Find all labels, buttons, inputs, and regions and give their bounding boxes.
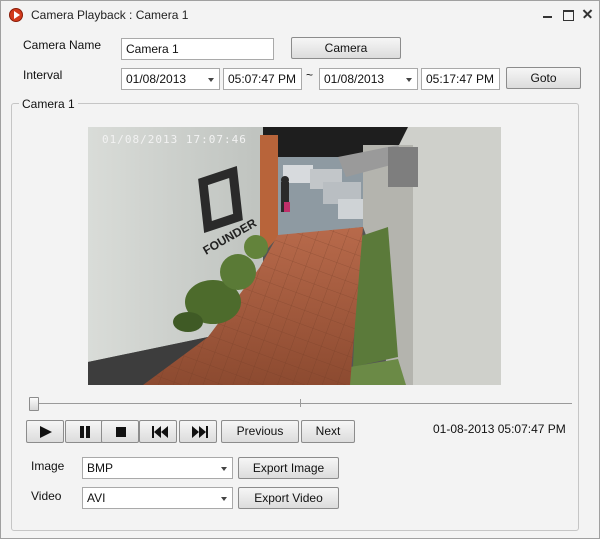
maximize-icon[interactable] <box>559 6 577 22</box>
from-time-field[interactable]: 05:07:47 PM <box>223 68 302 90</box>
camera-name-label: Camera Name <box>23 38 102 52</box>
video-format-select[interactable]: AVI <box>82 487 233 509</box>
chevron-down-icon[interactable] <box>221 497 227 501</box>
skip-forward-button[interactable] <box>179 420 217 443</box>
image-format-select[interactable]: BMP <box>82 457 233 479</box>
image-format-value: BMP <box>87 461 114 475</box>
minimize-icon[interactable] <box>539 6 557 22</box>
group-title: Camera 1 <box>19 97 78 111</box>
pause-icon <box>80 426 90 438</box>
current-time-readout: 01-08-2013 05:07:47 PM <box>433 422 566 436</box>
chevron-down-icon[interactable] <box>221 467 227 471</box>
from-date-picker[interactable]: 01/08/2013 <box>121 68 220 90</box>
skip-back-button[interactable] <box>139 420 177 443</box>
to-time-field[interactable]: 05:17:47 PM <box>421 68 500 90</box>
interval-label: Interval <box>23 68 63 82</box>
video-scene: FOUNDER <box>88 127 501 385</box>
app-play-icon <box>9 8 23 22</box>
close-icon[interactable] <box>579 6 597 22</box>
camera-button[interactable]: Camera <box>291 37 401 59</box>
camera-name-field[interactable]: Camera 1 <box>121 38 274 60</box>
play-button[interactable] <box>26 420 64 443</box>
pause-button[interactable] <box>65 420 103 443</box>
export-video-button[interactable]: Export Video <box>238 487 339 509</box>
from-date-value: 01/08/2013 <box>126 72 187 86</box>
to-date-value: 01/08/2013 <box>324 72 385 86</box>
to-date-picker[interactable]: 01/08/2013 <box>319 68 418 90</box>
skip-back-icon <box>152 426 168 438</box>
skip-forward-icon <box>192 426 208 438</box>
play-icon <box>40 426 52 438</box>
goto-button[interactable]: Goto <box>506 67 581 89</box>
window-title: Camera Playback : Camera 1 <box>31 8 189 22</box>
timeline-midpoint-tick <box>300 399 301 407</box>
range-separator: ~ <box>306 68 314 82</box>
chevron-down-icon[interactable] <box>208 78 214 82</box>
next-button[interactable]: Next <box>301 420 355 443</box>
video-frame[interactable]: FOUNDER 01/08/2013 17:07:46 <box>88 127 501 385</box>
image-label: Image <box>31 459 65 473</box>
video-label: Video <box>31 489 62 503</box>
stop-icon <box>116 427 126 437</box>
title-bar: Camera Playback : Camera 1 <box>1 1 599 30</box>
stop-button[interactable] <box>101 420 139 443</box>
previous-button[interactable]: Previous <box>221 420 299 443</box>
timeline-thumb[interactable] <box>29 397 39 411</box>
video-format-value: AVI <box>87 491 106 505</box>
video-timestamp-overlay: 01/08/2013 17:07:46 <box>102 133 247 146</box>
camera-playback-window: Camera Playback : Camera 1 Camera Name C… <box>0 0 600 539</box>
export-image-button[interactable]: Export Image <box>238 457 339 479</box>
chevron-down-icon[interactable] <box>406 78 412 82</box>
